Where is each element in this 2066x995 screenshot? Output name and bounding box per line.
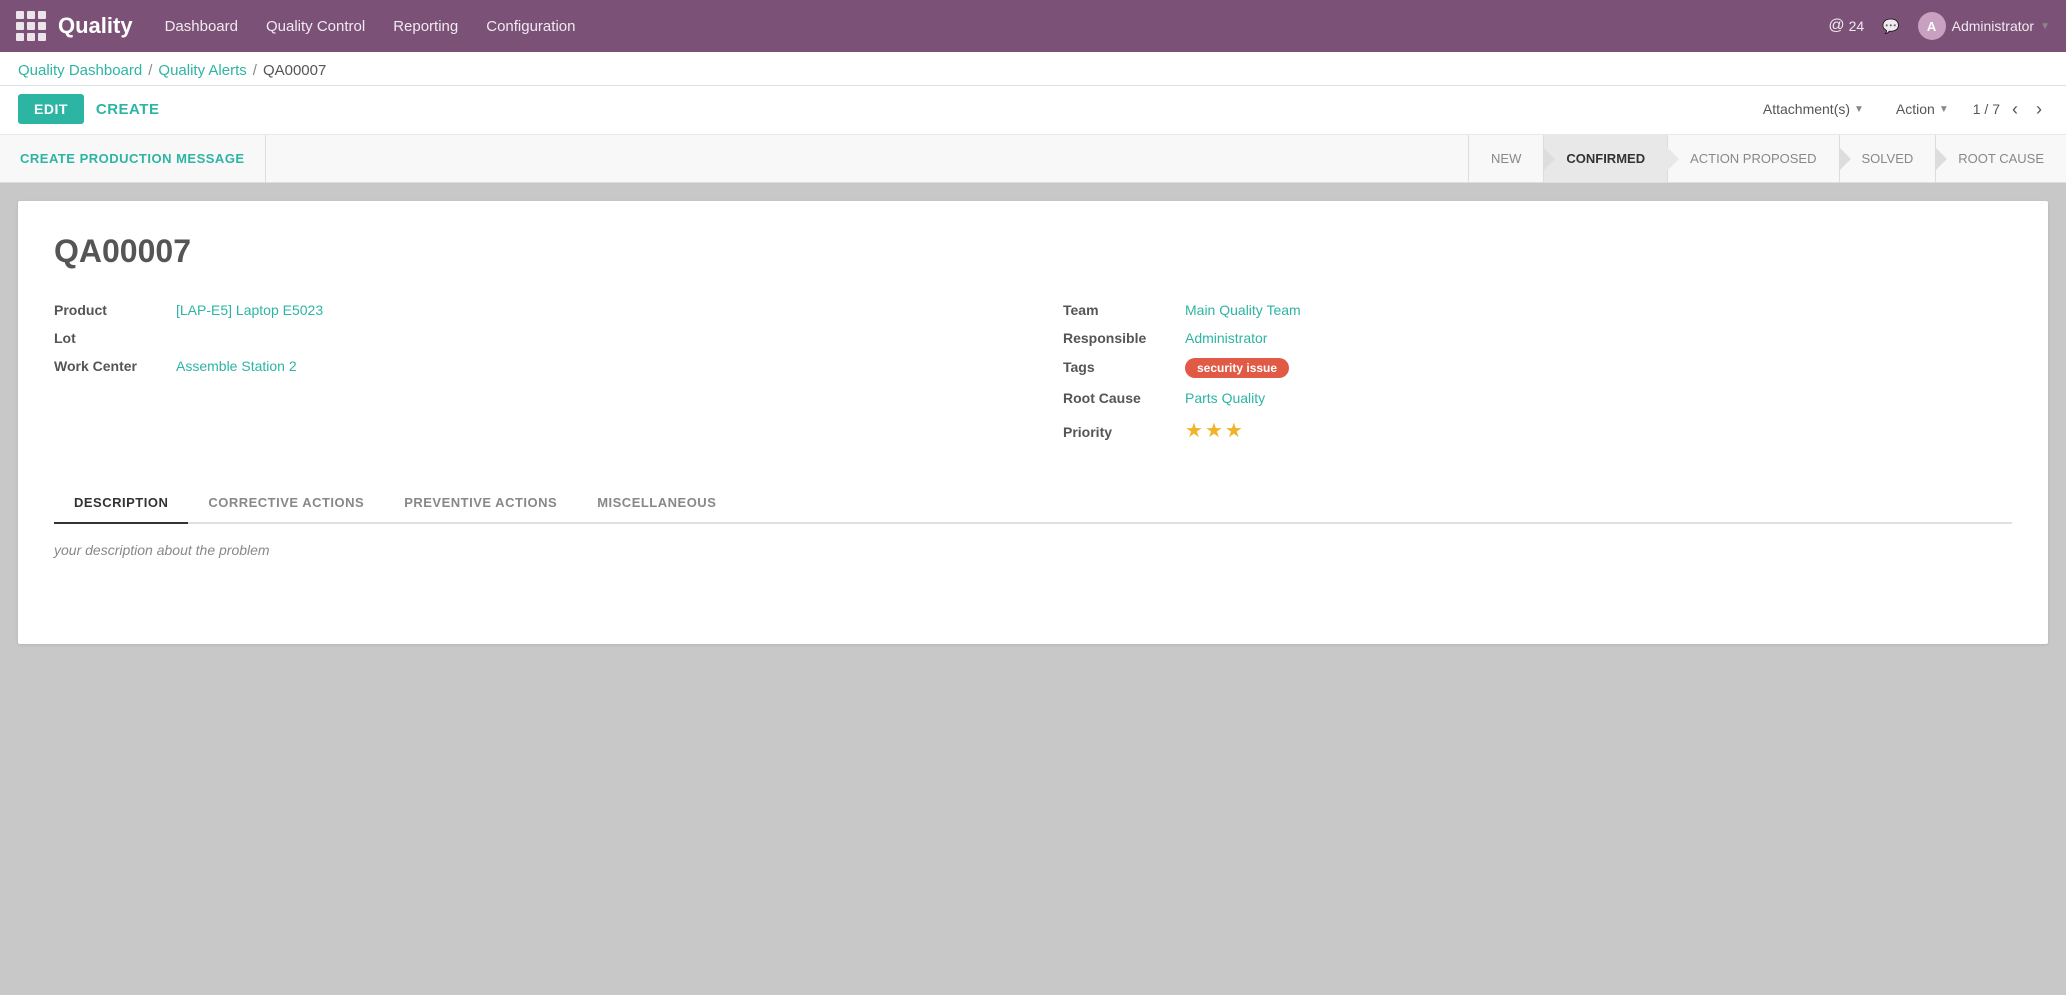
app-brand: Quality: [58, 13, 133, 39]
field-root-cause: Root Cause Parts Quality: [1063, 390, 2012, 406]
action-label: Action: [1896, 101, 1935, 117]
breadcrumb: Quality Dashboard / Quality Alerts / QA0…: [0, 52, 2066, 86]
tab-miscellaneous[interactable]: MISCELLANEOUS: [577, 483, 736, 524]
menu-item-quality-control[interactable]: Quality Control: [264, 14, 367, 39]
tabs-bar: DESCRIPTION CORRECTIVE ACTIONS PREVENTIV…: [54, 483, 2012, 524]
field-label-tags: Tags: [1063, 359, 1173, 375]
record-title: QA00007: [54, 233, 2012, 270]
user-menu[interactable]: A Administrator ▼: [1918, 12, 2050, 40]
topnav-right: @ 24 💬 A Administrator ▼: [1828, 12, 2050, 40]
fields-container: Product [LAP-E5] Laptop E5023 Lot Work C…: [54, 302, 2012, 455]
form-card: QA00007 Product [LAP-E5] Laptop E5023 Lo…: [18, 201, 2048, 644]
status-step-confirmed[interactable]: CONFIRMED: [1543, 135, 1667, 182]
tab-description[interactable]: DESCRIPTION: [54, 483, 188, 524]
star-1[interactable]: ★: [1185, 418, 1203, 443]
tag-badge-security[interactable]: security issue: [1185, 358, 1289, 378]
menu-item-dashboard[interactable]: Dashboard: [163, 14, 240, 39]
username: Administrator: [1952, 18, 2034, 34]
menu-item-configuration[interactable]: Configuration: [484, 14, 577, 39]
at-icon: @: [1828, 17, 1844, 35]
tab-corrective-actions[interactable]: CORRECTIVE ACTIONS: [188, 483, 384, 524]
fields-right: Team Main Quality Team Responsible Admin…: [1063, 302, 2012, 455]
pagination-text: 1 / 7: [1973, 101, 2000, 117]
field-lot: Lot: [54, 330, 1003, 346]
field-label-product: Product: [54, 302, 164, 318]
create-production-message-btn[interactable]: CREATE PRODUCTION MESSAGE: [0, 135, 266, 182]
action-dropdown[interactable]: Action ▼: [1888, 96, 1957, 122]
description-text: your description about the problem: [54, 542, 270, 558]
top-navigation: Quality Dashboard Quality Control Report…: [0, 0, 2066, 52]
user-menu-caret: ▼: [2040, 21, 2050, 32]
action-bar: EDIT CREATE Attachment(s) ▼ Action ▼ 1 /…: [0, 86, 2066, 135]
star-3[interactable]: ★: [1225, 418, 1243, 443]
field-value-product[interactable]: [LAP-E5] Laptop E5023: [176, 302, 323, 318]
pagination-prev[interactable]: ‹: [2006, 97, 2024, 122]
status-bar: CREATE PRODUCTION MESSAGE NEW CONFIRMED …: [0, 135, 2066, 183]
avatar: A: [1918, 12, 1946, 40]
priority-stars[interactable]: ★ ★ ★: [1185, 418, 1243, 443]
breadcrumb-quality-alerts[interactable]: Quality Alerts: [158, 62, 246, 79]
field-label-work-center: Work Center: [54, 358, 164, 374]
main-menu: Dashboard Quality Control Reporting Conf…: [163, 14, 1829, 39]
breadcrumb-sep-1: /: [148, 62, 152, 79]
apps-grid-icon[interactable]: [16, 11, 46, 41]
field-tags: Tags security issue: [1063, 358, 2012, 378]
status-step-root-cause[interactable]: ROOT CAUSE: [1935, 135, 2066, 182]
main-content: QA00007 Product [LAP-E5] Laptop E5023 Lo…: [0, 183, 2066, 644]
breadcrumb-quality-dashboard[interactable]: Quality Dashboard: [18, 62, 142, 79]
create-button[interactable]: CREATE: [96, 101, 160, 118]
field-value-responsible[interactable]: Administrator: [1185, 330, 1267, 346]
notification-badge[interactable]: @ 24: [1828, 17, 1864, 35]
field-value-root-cause[interactable]: Parts Quality: [1185, 390, 1265, 406]
fields-left: Product [LAP-E5] Laptop E5023 Lot Work C…: [54, 302, 1003, 455]
chat-icon[interactable]: 💬: [1882, 18, 1899, 35]
tab-content-description: your description about the problem: [54, 524, 2012, 644]
breadcrumb-sep-2: /: [253, 62, 257, 79]
field-label-team: Team: [1063, 302, 1173, 318]
status-steps: NEW CONFIRMED ACTION PROPOSED SOLVED ROO…: [1468, 135, 2066, 182]
attachments-label: Attachment(s): [1763, 101, 1850, 117]
field-value-team[interactable]: Main Quality Team: [1185, 302, 1301, 318]
status-step-action-proposed[interactable]: ACTION PROPOSED: [1667, 135, 1838, 182]
attachments-dropdown[interactable]: Attachment(s) ▼: [1755, 96, 1872, 122]
field-priority: Priority ★ ★ ★: [1063, 418, 2012, 443]
field-value-work-center[interactable]: Assemble Station 2: [176, 358, 297, 374]
attachments-caret: ▼: [1854, 104, 1864, 115]
field-label-root-cause: Root Cause: [1063, 390, 1173, 406]
edit-button[interactable]: EDIT: [18, 94, 84, 124]
pagination-next[interactable]: ›: [2030, 97, 2048, 122]
field-work-center: Work Center Assemble Station 2: [54, 358, 1003, 374]
pagination: 1 / 7 ‹ ›: [1973, 97, 2048, 122]
field-responsible: Responsible Administrator: [1063, 330, 2012, 346]
field-label-lot: Lot: [54, 330, 164, 346]
notification-count: 24: [1849, 18, 1865, 34]
field-product: Product [LAP-E5] Laptop E5023: [54, 302, 1003, 318]
tab-preventive-actions[interactable]: PREVENTIVE ACTIONS: [384, 483, 577, 524]
field-label-responsible: Responsible: [1063, 330, 1173, 346]
menu-item-reporting[interactable]: Reporting: [391, 14, 460, 39]
star-2[interactable]: ★: [1205, 418, 1223, 443]
status-step-solved[interactable]: SOLVED: [1839, 135, 1936, 182]
field-team: Team Main Quality Team: [1063, 302, 2012, 318]
status-step-new[interactable]: NEW: [1468, 135, 1543, 182]
action-caret: ▼: [1939, 104, 1949, 115]
breadcrumb-current: QA00007: [263, 62, 326, 79]
field-label-priority: Priority: [1063, 424, 1173, 440]
